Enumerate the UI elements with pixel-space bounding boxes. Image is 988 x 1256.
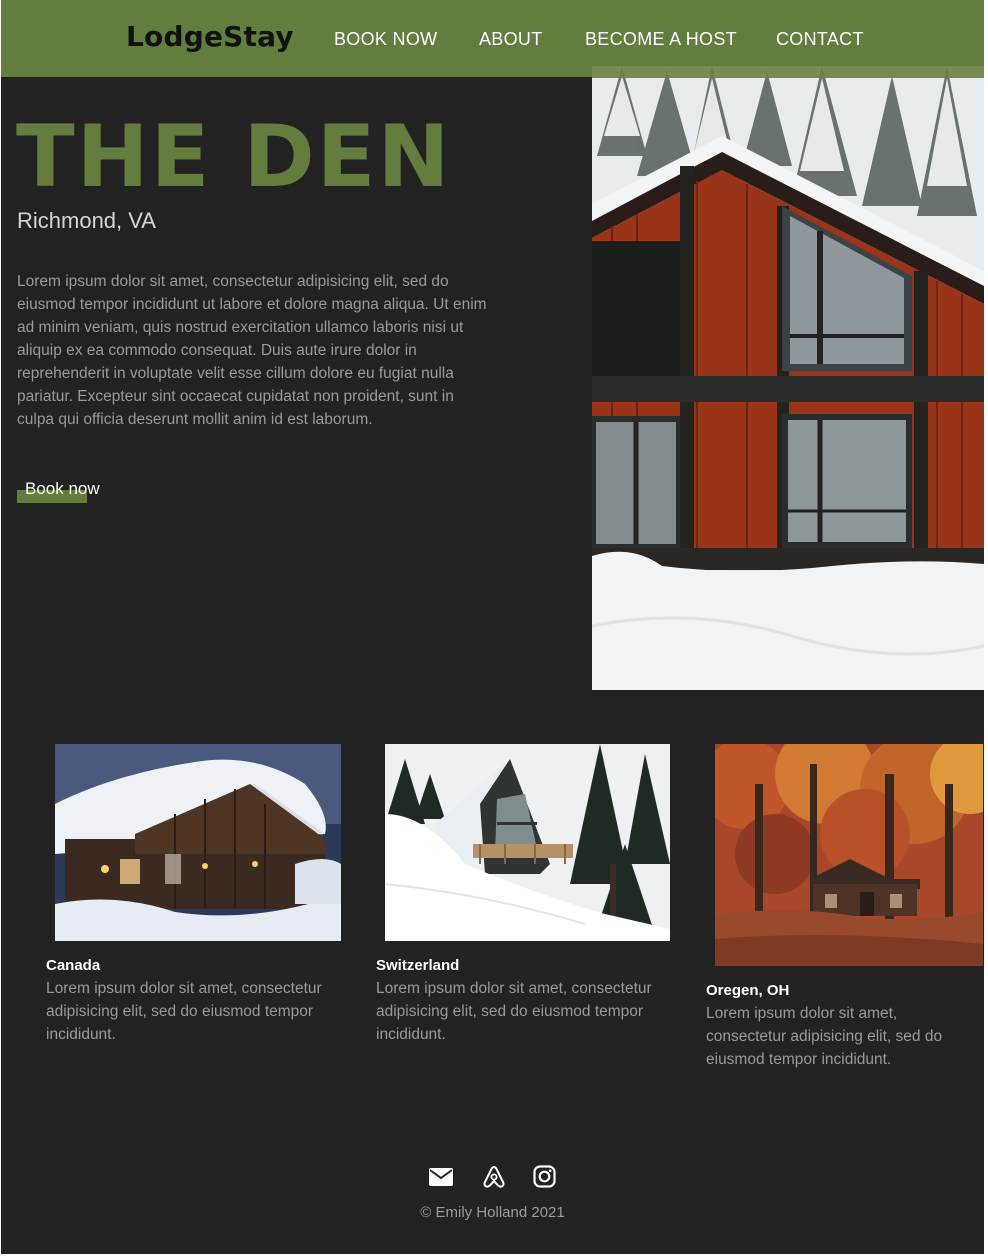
card-title: Oregen, OH <box>706 982 790 999</box>
brand-logo[interactable]: LodgeStay <box>126 20 294 53</box>
cabin-card-switzerland[interactable]: Switzerland Lorem ipsum dolor sit amet, … <box>376 744 676 1046</box>
airbnb-icon[interactable] <box>483 1165 505 1189</box>
card-image-oregen <box>715 744 983 966</box>
card-description: Lorem ipsum dolor sit amet, consectetur … <box>706 1005 943 1068</box>
card-description: Lorem ipsum dolor sit amet, consectetur … <box>46 980 322 1043</box>
book-now-button[interactable]: Book now <box>16 478 126 508</box>
hero-description: Lorem ipsum dolor sit amet, consectetur … <box>17 273 487 428</box>
book-now-label: Book now <box>25 479 100 498</box>
social-icons <box>429 1164 559 1190</box>
card-image-canada <box>55 744 341 941</box>
card-title: Switzerland <box>376 957 460 974</box>
nav-link-about[interactable]: ABOUT <box>479 29 543 50</box>
nav-link-become-a-host[interactable]: BECOME A HOST <box>585 29 737 50</box>
card-description: Lorem ipsum dolor sit amet, consectetur … <box>376 980 652 1043</box>
envelope-icon[interactable] <box>429 1168 453 1186</box>
card-title: Canada <box>46 957 101 974</box>
cabin-card-oregen[interactable]: Oregen, OH Lorem ipsum dolor sit amet, c… <box>706 744 983 1071</box>
nav-link-contact[interactable]: CONTACT <box>776 29 864 50</box>
hero-cabin-image <box>592 66 984 690</box>
hero-location: Richmond, VA <box>17 208 156 233</box>
page: LodgeStay BOOK NOW ABOUT BECOME A HOST C… <box>1 0 984 1254</box>
card-image-switzerland <box>385 744 670 941</box>
instagram-icon[interactable] <box>533 1165 556 1188</box>
copyright-text: © Emily Holland 2021 <box>420 1204 565 1221</box>
hero-title: THE DEN <box>16 107 452 207</box>
cabin-card-canada[interactable]: Canada Lorem ipsum dolor sit amet, conse… <box>46 744 346 1046</box>
nav-link-book-now[interactable]: BOOK NOW <box>334 29 437 50</box>
